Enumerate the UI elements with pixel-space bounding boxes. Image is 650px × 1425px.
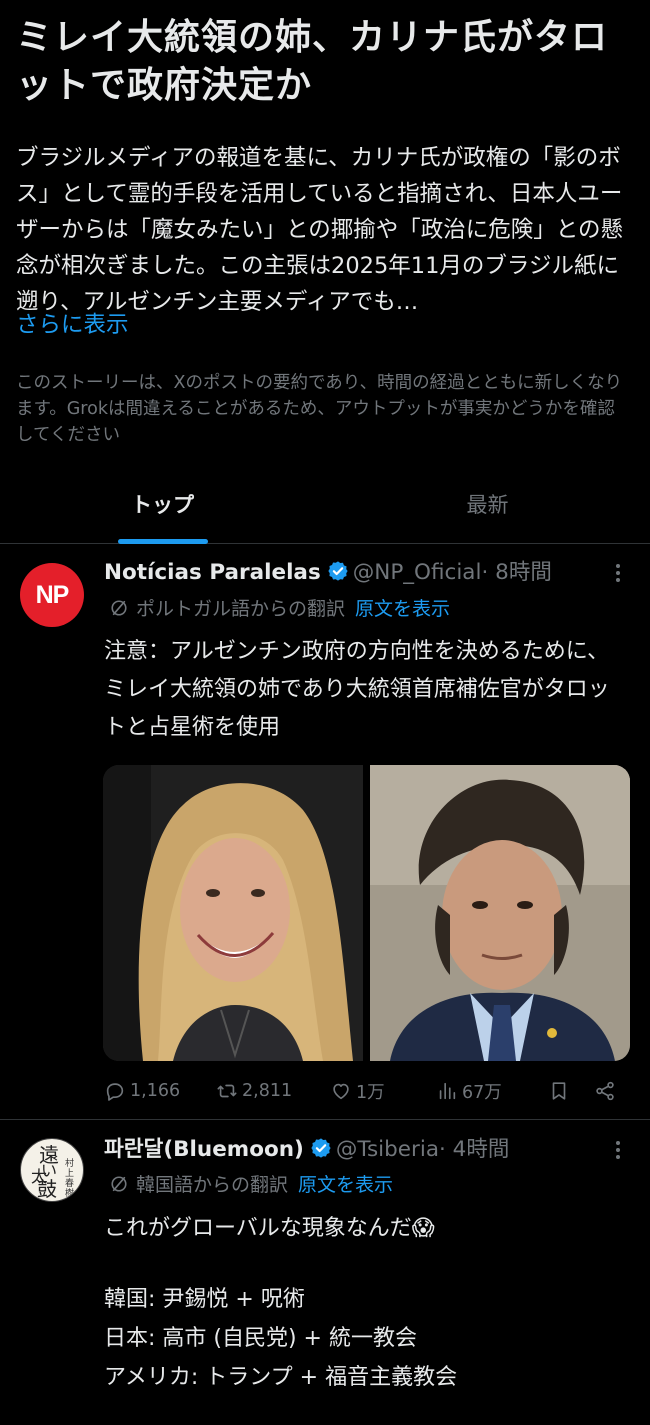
post-actions: 1,166 2,811 1万 67万 (104, 1075, 634, 1107)
avatar-char: 鼓 (37, 1177, 57, 1201)
story-summary: ブラジルメディアの報道を基に、カリナ氏が政権の「影のボス」として霊的手段を活用し… (16, 145, 624, 315)
show-more-link[interactable]: さらに表示 (16, 307, 129, 339)
reply-icon (106, 1083, 124, 1101)
views-icon (439, 1082, 456, 1100)
post-header: 파란달(Bluemoon) @Tsiberia· 4時間 (104, 1134, 584, 1166)
tab-top[interactable]: トップ (0, 478, 325, 544)
repost-icon (217, 1084, 237, 1098)
show-original-link[interactable]: 原文を表示 (355, 598, 450, 620)
translate-slash-icon (111, 600, 127, 616)
post-time[interactable]: · 8時間 (481, 560, 551, 585)
handle[interactable]: @NP_Oficial (353, 560, 482, 585)
tab-latest[interactable]: 最新 (325, 478, 650, 544)
views-count: 67万 (462, 1082, 502, 1103)
share-icon (596, 1081, 614, 1101)
story-headline: ミレイ大統領の姉、カリナ氏がタロットで政府決定か (16, 17, 609, 106)
show-original-link[interactable]: 原文を表示 (298, 1174, 393, 1196)
more-options-icon[interactable] (608, 1138, 628, 1162)
verified-badge-icon (311, 1138, 331, 1158)
translate-slash-icon (111, 1176, 127, 1192)
translated-from-label: 韓国語からの翻訳 (136, 1174, 289, 1196)
tab-latest-label: 最新 (466, 493, 509, 517)
post-text-line: 日本: 高市 (自民党) + 統一教会 (104, 1326, 417, 1351)
like-button[interactable]: 1万 (330, 1075, 385, 1107)
avatar-text: NP (35, 581, 70, 609)
post-text-line: 韓国: 尹錫悦 + 呪術 (104, 1287, 305, 1312)
like-count: 1万 (356, 1082, 385, 1103)
views-button[interactable]: 67万 (436, 1075, 502, 1107)
translation-row: ポルトガル語からの翻訳 原文を表示 (110, 595, 450, 623)
translation-row: 韓国語からの翻訳 原文を表示 (110, 1171, 393, 1199)
more-options-icon[interactable] (608, 561, 628, 585)
photo-woman-illustration (103, 765, 363, 1061)
like-icon (333, 1083, 349, 1100)
post-time[interactable]: · 4時間 (439, 1137, 509, 1162)
display-name[interactable]: Notícias Paralelas (104, 560, 321, 585)
post-text-line: これがグローバルな現象なんだ😱 (104, 1216, 435, 1241)
repost-count: 2,811 (242, 1081, 293, 1101)
active-tab-indicator (118, 539, 208, 544)
verified-badge-icon (328, 561, 348, 581)
handle[interactable]: @Tsiberia (336, 1137, 439, 1162)
avatar-author: 村上春樹 (65, 1159, 75, 1199)
reply-button[interactable]: 1,166 (104, 1075, 180, 1107)
repost-button[interactable]: 2,811 (216, 1075, 292, 1107)
bookmark-button[interactable] (548, 1075, 574, 1107)
avatar[interactable]: 遠 い 太 鼓 村上春樹 (20, 1138, 84, 1202)
bookmark-icon (552, 1082, 566, 1100)
post[interactable]: NP Notícias Paralelas @NP_Oficial· 8時間 ポル… (0, 545, 650, 1120)
photo-man[interactable] (370, 765, 630, 1061)
post-text-line: アメリカ: トランプ + 福音主義教会 (104, 1365, 458, 1390)
tab-bar: トップ 最新 (0, 478, 650, 544)
display-name[interactable]: 파란달(Bluemoon) (104, 1137, 304, 1162)
photo-man-illustration (370, 765, 630, 1061)
tab-top-label: トップ (131, 493, 194, 517)
grok-disclaimer: このストーリーは、Xのポストの要約であり、時間の経過とともに新しくなります。Gr… (16, 373, 623, 445)
photo-woman[interactable] (103, 765, 363, 1061)
translated-from-label: ポルトガル語からの翻訳 (136, 598, 346, 620)
post-header: Notícias Paralelas @NP_Oficial· 8時間 (104, 557, 584, 589)
post-text: 注意：アルゼンチン政府の方向性を決めるために、ミレイ大統領の姉であり大統領首席補… (104, 639, 610, 740)
reply-count: 1,166 (130, 1081, 181, 1101)
share-button[interactable] (594, 1075, 620, 1107)
post-media[interactable] (103, 765, 630, 1061)
post[interactable]: 遠 い 太 鼓 村上春樹 파란달(Bluemoon) @Tsiberia· 4時間… (0, 1121, 650, 1425)
avatar[interactable]: NP (20, 563, 84, 627)
